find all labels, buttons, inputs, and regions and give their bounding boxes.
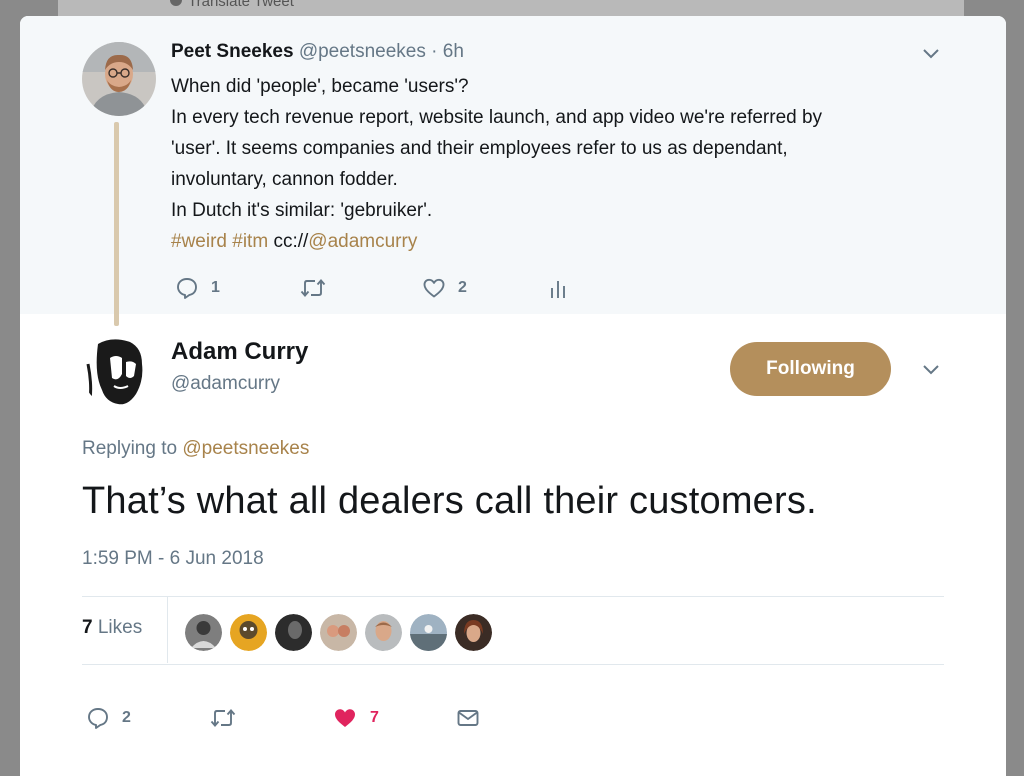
- header-separator: ·: [431, 41, 438, 62]
- liker-avatar[interactable]: [320, 614, 357, 651]
- retweet-action[interactable]: [210, 706, 248, 730]
- analytics-icon: [551, 281, 565, 298]
- like-action[interactable]: 7: [332, 706, 379, 730]
- reply-icon: [88, 708, 108, 729]
- parent-author-handle[interactable]: @peetsneekes: [299, 41, 426, 62]
- parent-tweet[interactable]: Peet Sneekes @peetsneekes · 6h When did …: [20, 16, 1006, 326]
- hashtag-itm-link[interactable]: #itm: [232, 231, 268, 252]
- like-count: 7: [370, 709, 379, 726]
- divider: [82, 664, 944, 665]
- liker-avatar[interactable]: [455, 614, 492, 651]
- parent-text-line: When did 'people', became 'users'?: [171, 76, 469, 97]
- liker-avatar[interactable]: [410, 614, 447, 651]
- focused-tweet: Adam Curry @adamcurry Following Replying…: [20, 314, 1006, 776]
- likers-avatars: [185, 614, 492, 651]
- reply-author-handle[interactable]: @adamcurry: [171, 373, 280, 395]
- parent-text-tags: #weird #itm cc://@adamcurry: [171, 226, 961, 257]
- liker-avatar[interactable]: [230, 614, 267, 651]
- likes-separator: [167, 596, 168, 663]
- tweet-modal: Peet Sneekes @peetsneekes · 6h When did …: [20, 16, 1006, 776]
- parent-text-line: In Dutch it's similar: 'gebruiker'.: [171, 200, 433, 221]
- direct-message-action[interactable]: [456, 706, 480, 730]
- chevron-down-icon[interactable]: [920, 42, 942, 64]
- parent-text-line: In every tech revenue report, website la…: [171, 107, 823, 128]
- liker-avatar[interactable]: [365, 614, 402, 651]
- parent-reply-action[interactable]: 1: [175, 276, 220, 300]
- parent-analytics-action[interactable]: [548, 276, 568, 300]
- peet-sneekes-avatar[interactable]: [82, 42, 156, 116]
- parent-retweet-action[interactable]: [300, 276, 338, 300]
- chevron-down-icon[interactable]: [920, 358, 942, 380]
- heart-filled-icon: [335, 709, 355, 727]
- liker-avatar[interactable]: [185, 614, 222, 651]
- hashtag-weird-link[interactable]: #weird: [171, 231, 227, 252]
- following-button[interactable]: Following: [730, 342, 891, 396]
- replying-to-link[interactable]: @peetsneekes: [182, 438, 309, 459]
- cc-prefix: cc://: [273, 231, 309, 252]
- parent-tweet-text: When did 'people', became 'users'? In ev…: [171, 71, 961, 257]
- translate-tweet-link[interactable]: Translate Tweet: [188, 0, 294, 10]
- parent-like-action[interactable]: 2: [422, 276, 467, 300]
- liker-avatar[interactable]: [275, 614, 312, 651]
- envelope-icon: [457, 710, 479, 726]
- parent-text-line: involuntary, cannon fodder.: [171, 169, 398, 190]
- parent-text-line: 'user'. It seems companies and their emp…: [171, 138, 788, 159]
- background-tweet-strip: Translate Tweet: [58, 0, 964, 16]
- parent-like-count: 2: [458, 279, 467, 296]
- replying-to-line: Replying to @peetsneekes: [82, 438, 309, 460]
- divider: [82, 596, 944, 597]
- replying-to-label: Replying to: [82, 438, 178, 459]
- reply-icon: [177, 278, 197, 299]
- parent-tweet-header: Peet Sneekes @peetsneekes · 6h: [171, 40, 464, 64]
- parent-reply-count: 1: [211, 279, 220, 296]
- reply-count: 2: [122, 709, 131, 726]
- parent-author-name[interactable]: Peet Sneekes: [171, 41, 294, 62]
- reply-author-name[interactable]: Adam Curry: [171, 338, 308, 366]
- mention-adamcurry-link[interactable]: @adamcurry: [308, 231, 417, 252]
- heart-outline-icon: [423, 278, 445, 298]
- reply-tweet-text: That’s what all dealers call their custo…: [82, 480, 817, 522]
- likes-number: 7: [82, 617, 93, 638]
- globe-icon: [170, 0, 182, 6]
- reply-action[interactable]: 2: [86, 706, 131, 730]
- parent-tweet-age[interactable]: 6h: [443, 41, 464, 62]
- retweet-icon: [300, 279, 326, 297]
- retweet-icon: [210, 709, 236, 727]
- likes-count-link[interactable]: 7 Likes: [82, 617, 142, 639]
- thread-connector-line: [114, 122, 119, 326]
- adam-curry-avatar[interactable]: [82, 334, 156, 408]
- reply-timestamp[interactable]: 1:59 PM - 6 Jun 2018: [82, 548, 264, 570]
- likes-label: Likes: [97, 617, 143, 638]
